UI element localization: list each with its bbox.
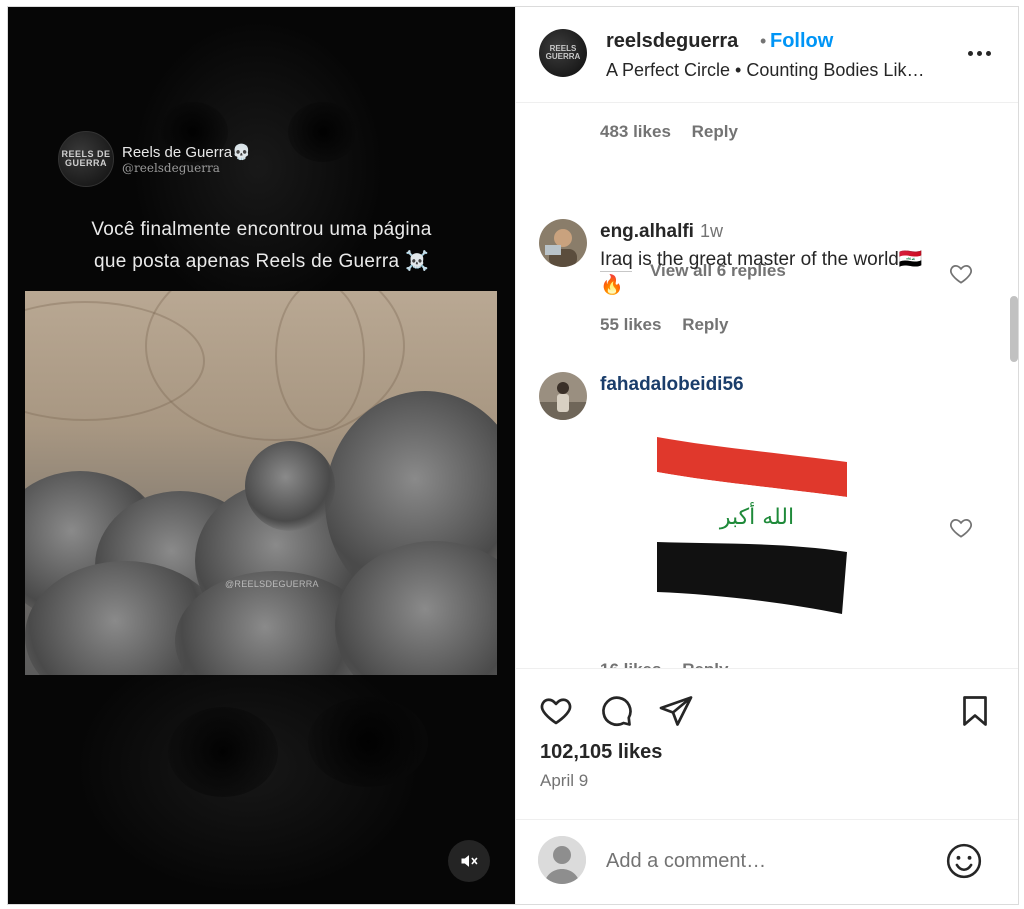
comment-username[interactable]: eng.alhalfi 1w [600, 221, 723, 243]
video-channel-badge: REELS DE GUERRA Reels de Guerra💀 @reelsd… [58, 131, 251, 187]
iraq-flag-gif: الله أكبر [652, 432, 852, 622]
profile-photo [539, 372, 587, 420]
comment-icon[interactable] [598, 693, 634, 729]
flag-text: الله أكبر [719, 502, 794, 530]
post-actions: 102,105 likes April 9 [516, 669, 1018, 819]
header-separator: • [760, 31, 767, 51]
reply-button[interactable]: Reply [692, 122, 738, 141]
like-comment-heart-icon[interactable] [948, 515, 974, 541]
reply-button[interactable]: Reply [682, 660, 728, 668]
author-username[interactable]: reelsdeguerra [606, 30, 738, 53]
mute-toggle-button[interactable] [448, 840, 490, 882]
post-header: REELS GUERRA reelsdeguerra • Follow A Per… [516, 7, 1018, 103]
video-clip-frame: @REELSDEGUERRA [25, 291, 497, 675]
comment-likes-count[interactable]: 483 likes [600, 122, 671, 141]
reply-button[interactable]: Reply [682, 315, 728, 334]
video-channel-name: Reels de Guerra💀 [122, 144, 251, 161]
commenter-avatar[interactable] [539, 372, 587, 420]
reel-video[interactable]: REELS DE GUERRA Reels de Guerra💀 @reelsd… [8, 7, 515, 904]
profile-photo [539, 219, 587, 267]
skull-shadow [288, 102, 358, 162]
post-details-panel: REELS GUERRA reelsdeguerra • Follow A Per… [515, 7, 1018, 904]
video-caption-line: Você finalmente encontrou uma página [91, 219, 432, 240]
comment-input[interactable] [606, 846, 926, 876]
video-watermark: @REELSDEGUERRA [225, 579, 319, 589]
skull-shadow [308, 697, 428, 787]
commenter-avatar[interactable] [539, 219, 587, 267]
comment-likes-count[interactable]: 55 likes [600, 315, 661, 334]
video-caption-line: que posta apenas Reels de Guerra ☠️ [94, 251, 429, 272]
iraq-flag-image: الله أكبر [657, 437, 847, 614]
default-avatar-icon [538, 836, 586, 884]
video-caption: Você finalmente encontrou uma página que… [28, 214, 495, 278]
add-comment-bar [516, 819, 1018, 904]
comment-meta: 483 likes Reply [600, 122, 754, 142]
video-channel-handle: @reelsdeguerra [122, 161, 220, 175]
send-icon[interactable] [658, 693, 694, 729]
post-modal: REELS DE GUERRA Reels de Guerra💀 @reelsd… [7, 6, 1019, 905]
bookmark-icon[interactable] [957, 693, 993, 729]
comment-time[interactable]: 1w [700, 221, 723, 241]
like-comment-heart-icon[interactable] [948, 261, 974, 287]
heart-icon[interactable] [538, 693, 574, 729]
audio-track-link[interactable]: A Perfect Circle • Counting Bodies Lik… [606, 60, 956, 81]
skull-shadow [168, 707, 278, 797]
comment-meta: 55 likes Reply [600, 315, 744, 335]
comment-meta: 16 likes Reply [600, 660, 744, 668]
scrollbar-thumb[interactable] [1010, 296, 1018, 362]
comment-username-text[interactable]: eng.alhalfi [600, 221, 694, 242]
comments-scrollbar[interactable] [1007, 104, 1018, 668]
comment-text: Iraq is the great master of the world🇮🇶🔥 [600, 249, 923, 296]
post-likes-count[interactable]: 102,105 likes [540, 741, 662, 764]
comment-username-text[interactable]: fahadalobeidi56 [600, 374, 744, 395]
more-options-icon[interactable] [964, 43, 994, 63]
comments-list[interactable]: 483 likes Reply View all 6 replies eng.a… [516, 104, 1018, 669]
post-date[interactable]: April 9 [540, 771, 588, 791]
channel-logo: REELS DE GUERRA [58, 131, 114, 187]
emoji-icon[interactable] [945, 842, 983, 880]
comment-username[interactable]: fahadalobeidi56 [600, 374, 744, 396]
follow-button[interactable]: Follow [770, 30, 833, 53]
comment-likes-count[interactable]: 16 likes [600, 660, 661, 668]
current-user-avatar [538, 836, 586, 884]
author-avatar[interactable]: REELS GUERRA [539, 29, 587, 77]
smoke-cloud [245, 441, 335, 531]
speaker-muted-icon [461, 855, 478, 867]
